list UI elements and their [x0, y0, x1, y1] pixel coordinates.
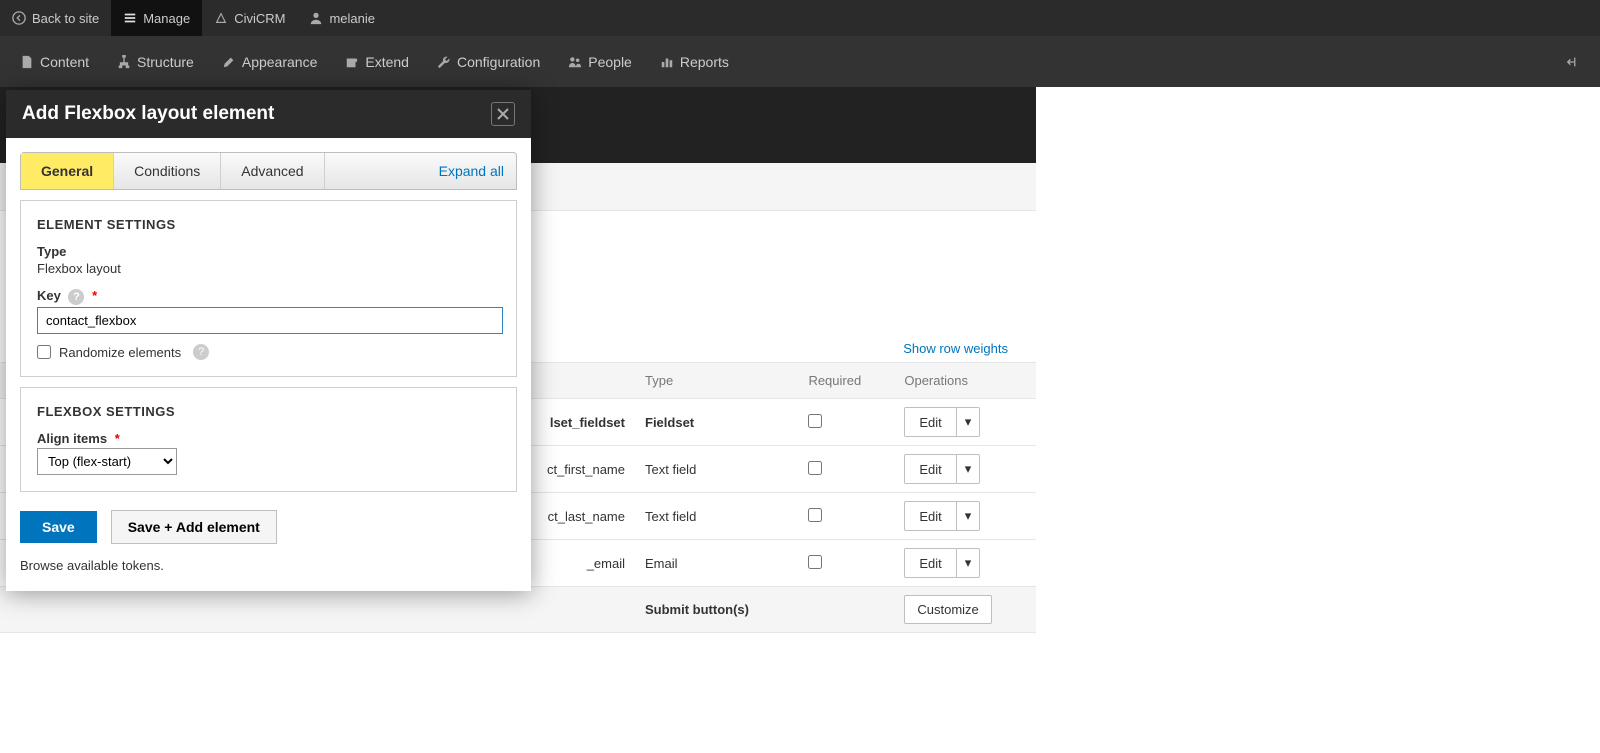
- row-key: _email: [530, 540, 635, 587]
- dialog-close-button[interactable]: [491, 102, 515, 126]
- close-icon: [497, 108, 509, 120]
- flexbox-settings-panel: FLEXBOX SETTINGS Align items * Top (flex…: [20, 387, 517, 492]
- submit-buttons-label: Submit button(s): [635, 587, 798, 633]
- edit-button[interactable]: Edit: [905, 408, 955, 436]
- manage-link[interactable]: Manage: [111, 0, 202, 36]
- wrench-icon: [437, 55, 451, 69]
- element-settings-panel: ELEMENT SETTINGS Type Flexbox layout Key…: [20, 200, 517, 377]
- help-icon[interactable]: ?: [68, 289, 84, 305]
- browse-tokens-link[interactable]: Browse available tokens.: [6, 558, 531, 591]
- appearance-link[interactable]: Appearance: [208, 36, 332, 87]
- row-type: Fieldset: [635, 399, 798, 446]
- civicrm-link[interactable]: CiviCRM: [202, 0, 297, 36]
- manage-label: Manage: [143, 11, 190, 26]
- user-icon: [309, 11, 323, 25]
- configuration-label: Configuration: [457, 54, 540, 70]
- edit-dropdown[interactable]: ▾: [956, 549, 980, 577]
- dialog-title: Add Flexbox layout element: [22, 103, 274, 125]
- required-checkbox[interactable]: [808, 508, 822, 522]
- people-link[interactable]: People: [554, 36, 646, 87]
- tab-conditions[interactable]: Conditions: [114, 153, 221, 189]
- toolbar-collapse[interactable]: [1552, 36, 1594, 87]
- key-input[interactable]: [37, 307, 503, 334]
- structure-icon: [117, 55, 131, 69]
- edit-dropdown[interactable]: ▾: [956, 455, 980, 483]
- required-checkbox[interactable]: [808, 414, 822, 428]
- key-label: Key ? *: [37, 288, 500, 305]
- dialog-titlebar: Add Flexbox layout element: [6, 90, 531, 138]
- col-required: Required: [798, 363, 894, 399]
- appearance-label: Appearance: [242, 54, 318, 70]
- chart-icon: [660, 55, 674, 69]
- reports-link[interactable]: Reports: [646, 36, 743, 87]
- required-checkbox[interactable]: [808, 461, 822, 475]
- dialog-tabs: General Conditions Advanced Expand all: [20, 152, 517, 190]
- hamburger-icon: [123, 11, 137, 25]
- required-indicator: *: [115, 431, 120, 446]
- page-icon: [20, 55, 34, 69]
- row-key: lset_fieldset: [530, 399, 635, 446]
- col-operations: Operations: [894, 363, 1036, 399]
- admin-toolbar-sub: Content Structure Appearance Extend Conf…: [0, 36, 1600, 87]
- randomize-label: Randomize elements: [59, 345, 181, 360]
- randomize-checkbox[interactable]: [37, 345, 51, 359]
- edit-dropdown[interactable]: ▾: [956, 502, 980, 530]
- save-button[interactable]: Save: [20, 511, 97, 543]
- configuration-link[interactable]: Configuration: [423, 36, 554, 87]
- help-icon[interactable]: ?: [193, 344, 209, 360]
- edit-button[interactable]: Edit: [905, 455, 955, 483]
- brush-icon: [222, 55, 236, 69]
- structure-link[interactable]: Structure: [103, 36, 208, 87]
- save-add-element-button[interactable]: Save + Add element: [111, 510, 277, 544]
- required-indicator: *: [92, 288, 97, 303]
- align-items-select[interactable]: Top (flex-start): [37, 448, 177, 475]
- type-label: Type: [37, 244, 500, 259]
- edit-dropdown[interactable]: ▾: [956, 408, 980, 436]
- user-label: melanie: [329, 11, 375, 26]
- back-arrow-icon: [12, 11, 26, 25]
- content-label: Content: [40, 54, 89, 70]
- tab-general[interactable]: General: [21, 153, 114, 189]
- add-element-dialog: Add Flexbox layout element General Condi…: [6, 90, 531, 591]
- submit-buttons-row: Submit button(s) Customize: [0, 587, 1036, 633]
- people-label: People: [588, 54, 632, 70]
- align-items-label: Align items *: [37, 431, 500, 446]
- reports-label: Reports: [680, 54, 729, 70]
- row-key: ct_first_name: [530, 446, 635, 493]
- edit-button[interactable]: Edit: [905, 549, 955, 577]
- col-type: Type: [635, 363, 798, 399]
- row-type: Text field: [635, 493, 798, 540]
- people-icon: [568, 55, 582, 69]
- content-link[interactable]: Content: [6, 36, 103, 87]
- edit-button[interactable]: Edit: [905, 502, 955, 530]
- row-type: Text field: [635, 446, 798, 493]
- structure-label: Structure: [137, 54, 194, 70]
- flexbox-settings-heading: FLEXBOX SETTINGS: [37, 404, 500, 419]
- back-to-site-link[interactable]: Back to site: [0, 0, 111, 36]
- customize-button[interactable]: Customize: [904, 595, 991, 624]
- row-type: Email: [635, 540, 798, 587]
- required-checkbox[interactable]: [808, 555, 822, 569]
- civicrm-label: CiviCRM: [234, 11, 285, 26]
- element-settings-heading: ELEMENT SETTINGS: [37, 217, 500, 232]
- row-key: ct_last_name: [530, 493, 635, 540]
- extend-link[interactable]: Extend: [331, 36, 423, 87]
- extend-label: Extend: [365, 54, 409, 70]
- admin-toolbar-top: Back to site Manage CiviCRM melanie: [0, 0, 1600, 36]
- collapse-icon: [1566, 55, 1580, 69]
- puzzle-icon: [345, 55, 359, 69]
- expand-all-link[interactable]: Expand all: [439, 163, 504, 179]
- user-link[interactable]: melanie: [297, 0, 387, 36]
- type-value: Flexbox layout: [37, 261, 500, 276]
- civicrm-icon: [214, 11, 228, 25]
- tab-advanced[interactable]: Advanced: [221, 153, 324, 189]
- back-to-site-label: Back to site: [32, 11, 99, 26]
